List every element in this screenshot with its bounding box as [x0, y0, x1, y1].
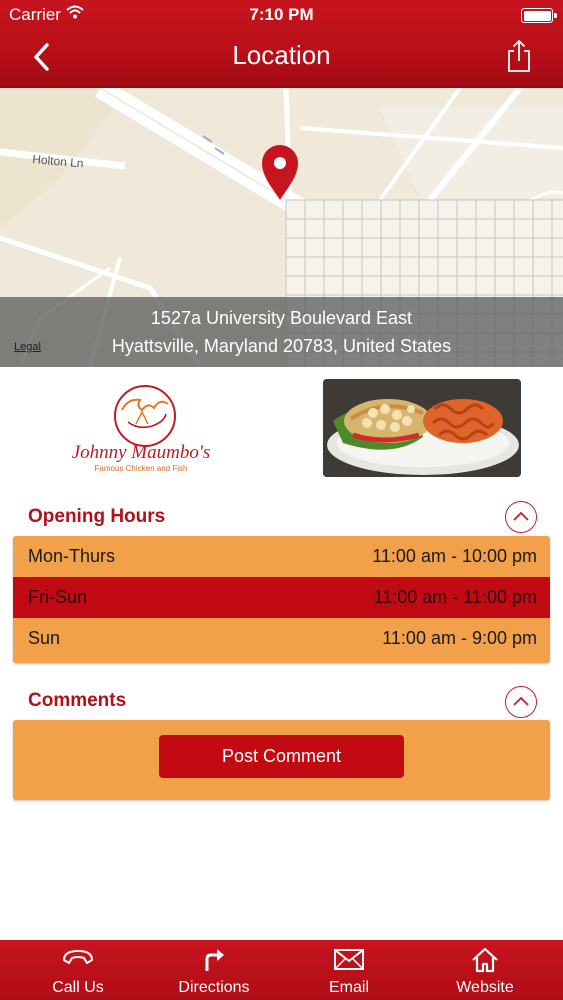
share-button[interactable] — [505, 38, 533, 74]
address-line-2: Hyattsville, Maryland 20783, United Stat… — [111, 336, 452, 356]
opening-hours-title: Opening Hours — [28, 506, 166, 527]
tab-website[interactable]: Website — [415, 940, 555, 1000]
status-time: 7:10 PM — [249, 5, 314, 24]
address-line-1: 1527a University Boulevard East — [150, 308, 413, 328]
tab-label: Email — [328, 979, 369, 996]
battery-icon — [521, 8, 557, 23]
email-icon — [333, 946, 365, 977]
hours-time: 11:00 am - 11:00 pm — [373, 587, 537, 607]
chevron-up-icon — [513, 511, 529, 521]
logo-name: Johnny Maumbo's — [72, 442, 211, 463]
chevron-up-icon — [513, 696, 529, 706]
tab-call-us[interactable]: Call Us — [8, 940, 148, 1000]
share-icon — [508, 39, 530, 72]
food-photo — [323, 379, 521, 477]
navigation-header: Carrier 7:10 PM Location — [0, 0, 563, 88]
tab-label: Directions — [178, 979, 250, 996]
hours-time: 11:00 am - 10:00 pm — [372, 546, 537, 566]
hours-day: Sun — [28, 628, 61, 648]
legal-link[interactable]: Legal — [14, 341, 41, 353]
address-overlay: 1527a University Boulevard East Hyattsvi… — [0, 297, 563, 367]
hours-row-highlighted: Fri-Sun 11:00 am - 11:00 pm — [13, 577, 550, 618]
post-comment-button[interactable]: Post Comment — [159, 735, 404, 778]
directions-icon — [200, 946, 228, 979]
opening-hours-panel: Mon-Thurs 11:00 am - 10:00 pm Fri-Sun 11… — [13, 536, 550, 663]
page-title: Location — [232, 40, 331, 70]
logo-tagline: Famous Chicken and Fish — [95, 464, 188, 473]
restaurant-logo: Johnny Maumbo's Famous Chicken and Fish — [56, 380, 226, 480]
hours-row: Sun 11:00 am - 9:00 pm — [13, 618, 550, 659]
phone-icon — [61, 946, 95, 977]
status-bar: Carrier 7:10 PM — [0, 0, 563, 30]
comments-title: Comments — [28, 690, 127, 711]
hours-time: 11:00 am - 9:00 pm — [382, 628, 537, 648]
comments-panel: Post Comment — [13, 720, 550, 800]
home-icon — [470, 946, 500, 979]
tab-email[interactable]: Email — [279, 940, 419, 1000]
hours-row: Mon-Thurs 11:00 am - 10:00 pm — [13, 536, 550, 577]
tab-label: Website — [456, 979, 514, 996]
bottom-tab-bar: Call Us Directions Email Website — [0, 940, 563, 1000]
location-map[interactable]: Holton Ln 1527a University Boulevard Eas… — [0, 88, 563, 367]
tab-directions[interactable]: Directions — [144, 940, 284, 1000]
tab-label: Call Us — [52, 979, 104, 996]
hours-day: Mon-Thurs — [28, 546, 116, 566]
comments-collapse-button[interactable] — [505, 686, 537, 718]
opening-hours-collapse-button[interactable] — [505, 501, 537, 533]
hours-day: Fri-Sun — [28, 587, 88, 607]
